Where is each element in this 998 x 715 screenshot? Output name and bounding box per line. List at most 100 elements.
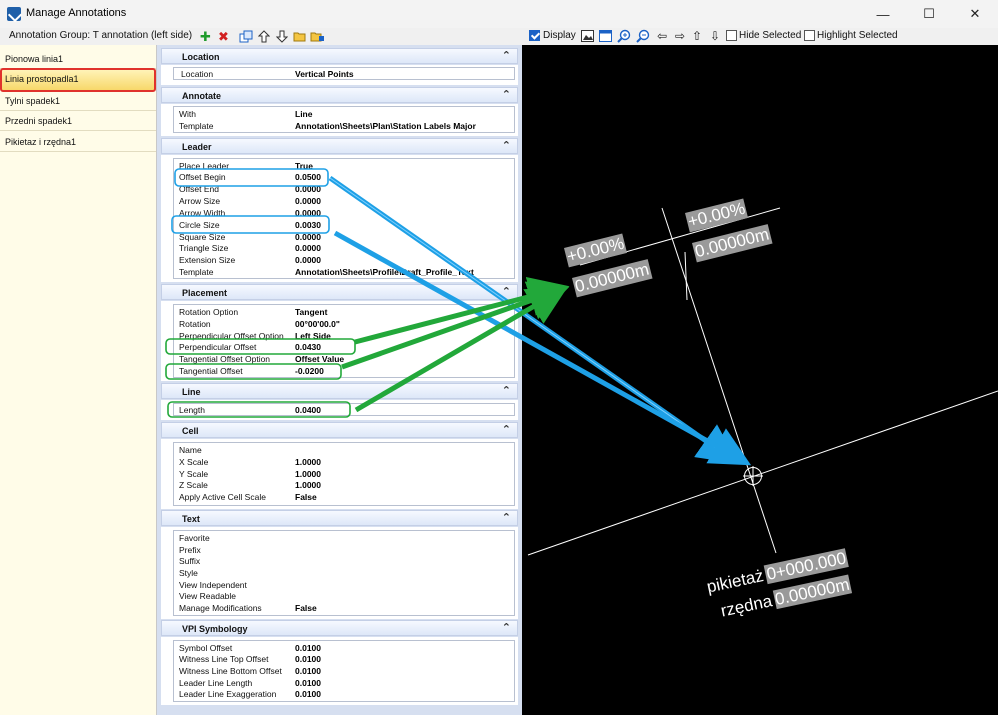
chevron-up-icon[interactable]: ⌃ — [502, 49, 511, 62]
window-icon[interactable] — [598, 28, 612, 44]
prop-value[interactable]: 0.0400 — [295, 405, 321, 417]
section-body-line: Length 0.0400 — [161, 400, 518, 420]
section-body-cell: Name X Scale 1.0000 Y Scale 1.0000 Z Sca… — [161, 439, 518, 509]
chevron-up-icon[interactable]: ⌃ — [502, 139, 511, 152]
annotation-group-label: Annotation Group: T annotation (left sid… — [9, 30, 193, 41]
plus-icon[interactable]: ✚ — [198, 29, 213, 44]
prop-value[interactable]: False — [295, 603, 317, 615]
prop-value[interactable]: 0.0000 — [295, 243, 321, 255]
prop-value[interactable]: 1.0000 — [295, 480, 321, 492]
section-body-location: Location Vertical Points — [161, 65, 518, 85]
prop-value[interactable]: False — [295, 492, 317, 504]
section-title: Cell — [182, 426, 199, 436]
section-header-text[interactable]: Text ⌃ — [161, 510, 518, 526]
arrow-down-icon[interactable]: ⇩ — [708, 28, 722, 44]
prop-name: Leader Line Exaggeration — [179, 689, 277, 699]
window-title: Manage Annotations — [26, 7, 127, 19]
prop-value[interactable]: Annotation\Sheets\Profile\Draft_Profile_… — [295, 267, 474, 279]
prop-name: Length — [179, 405, 205, 415]
section-header-vpi-symbology[interactable]: VPI Symbology ⌃ — [161, 620, 518, 636]
prop-value[interactable]: 0.0430 — [295, 342, 321, 354]
list-item-selected[interactable]: Linia prostopadla1 — [0, 68, 156, 92]
prop-value[interactable]: 1.0000 — [295, 457, 321, 469]
prop-value[interactable]: 0.0000 — [295, 196, 321, 208]
section-header-line[interactable]: Line ⌃ — [161, 383, 518, 399]
chevron-up-icon[interactable]: ⌃ — [502, 423, 511, 436]
section-body-annotate: With Line Template Annotation\Sheets\Pla… — [161, 104, 518, 136]
prop-name: Witness Line Bottom Offset — [179, 666, 282, 676]
prop-name: Apply Active Cell Scale — [179, 492, 266, 502]
prop-name: Triangle Size — [179, 243, 229, 253]
preview-viewport[interactable]: +0.00% 0.00000m +0.00% 0.00000m pikietaż… — [522, 45, 998, 715]
section-title: Line — [182, 387, 201, 397]
highlight-selected-label: Highlight Selected — [817, 30, 898, 41]
section-title: VPI Symbology — [182, 624, 248, 634]
zoom-in-icon[interactable] — [617, 28, 631, 44]
prop-name: Favorite — [179, 533, 210, 543]
section-title: Annotate — [182, 91, 221, 101]
prop-value[interactable]: 0.0000 — [295, 184, 321, 196]
maximize-button[interactable]: ☐ — [906, 0, 952, 28]
prop-name: Extension Size — [179, 255, 236, 265]
prop-value[interactable]: Vertical Points — [295, 69, 354, 81]
prop-value[interactable]: Annotation\Sheets\Plan\Station Labels Ma… — [295, 121, 476, 133]
prop-name: X Scale — [179, 457, 209, 467]
prop-value[interactable]: Offset Value — [295, 354, 344, 366]
prop-value[interactable]: 0.0100 — [295, 654, 321, 666]
arrow-right-icon[interactable]: ⇨ — [673, 28, 687, 44]
save-folder-icon[interactable] — [310, 29, 325, 44]
chevron-up-icon[interactable]: ⌃ — [502, 511, 511, 524]
section-header-annotate[interactable]: Annotate ⌃ — [161, 87, 518, 103]
prop-name: Style — [179, 568, 198, 578]
prop-value[interactable]: 0.0100 — [295, 689, 321, 701]
prop-name: Location — [181, 69, 214, 79]
close-button[interactable]: ✕ — [952, 0, 998, 28]
hide-selected-label: Hide Selected — [739, 30, 802, 41]
zoom-out-icon[interactable] — [636, 28, 650, 44]
list-item[interactable]: Pikietaz i rzędna1 — [0, 132, 156, 152]
display-checkbox[interactable] — [529, 30, 540, 41]
chevron-up-icon[interactable]: ⌃ — [502, 621, 511, 634]
prop-name: Tangential Offset — [179, 366, 243, 376]
prop-value[interactable]: Line — [295, 109, 312, 121]
chevron-up-icon[interactable]: ⌃ — [502, 384, 511, 397]
section-header-location[interactable]: Location ⌃ — [161, 48, 518, 64]
minimize-button[interactable]: — — [860, 0, 906, 28]
list-item[interactable]: Pionowa linia1 — [0, 49, 156, 69]
prop-name: Suffix — [179, 556, 201, 566]
prop-name: Rotation — [179, 319, 211, 329]
chevron-up-icon[interactable]: ⌃ — [502, 88, 511, 101]
prop-value[interactable]: 0.0000 — [295, 208, 321, 220]
section-header-placement[interactable]: Placement ⌃ — [161, 284, 518, 300]
chevron-up-icon[interactable]: ⌃ — [502, 285, 511, 298]
delete-icon[interactable]: ✖ — [216, 29, 231, 44]
prop-value[interactable]: 0.0500 — [295, 172, 321, 184]
prop-value[interactable]: 00°00'00.0" — [295, 319, 340, 331]
copy-icon[interactable] — [238, 29, 253, 44]
arrow-left-icon[interactable]: ⇦ — [655, 28, 669, 44]
list-item[interactable]: Tylni spadek1 — [0, 91, 156, 111]
move-down-icon[interactable] — [274, 29, 289, 44]
hide-selected-checkbox[interactable] — [726, 30, 737, 41]
move-up-icon[interactable] — [256, 29, 271, 44]
title-bar: Manage Annotations — ☐ ✕ — [0, 0, 998, 28]
list-item[interactable]: Przedni spadek1 — [0, 111, 156, 131]
prop-value[interactable]: 0.0100 — [295, 666, 321, 678]
section-header-leader[interactable]: Leader ⌃ — [161, 138, 518, 154]
section-title: Text — [182, 514, 200, 524]
prop-value[interactable]: 0.0000 — [295, 255, 321, 267]
arrow-up-icon[interactable]: ⇧ — [690, 28, 704, 44]
prop-name: Name — [179, 445, 202, 455]
prop-value[interactable]: Tangent — [295, 307, 327, 319]
section-body-leader: Place Leader True Offset Begin 0.0500 Of… — [161, 155, 518, 282]
folder-open-icon[interactable] — [292, 29, 307, 44]
section-body-placement: Rotation Option Tangent Rotation 00°00'0… — [161, 301, 518, 381]
highlight-selected-checkbox[interactable] — [804, 30, 815, 41]
prop-value[interactable]: -0.0200 — [295, 366, 324, 378]
section-header-cell[interactable]: Cell ⌃ — [161, 422, 518, 438]
section-title: Leader — [182, 142, 212, 152]
toolbar: Annotation Group: T annotation (left sid… — [0, 28, 998, 45]
image-icon[interactable] — [580, 28, 594, 44]
prop-value[interactable]: 0.0030 — [295, 220, 321, 232]
prop-name: Manage Modifications — [179, 603, 262, 613]
